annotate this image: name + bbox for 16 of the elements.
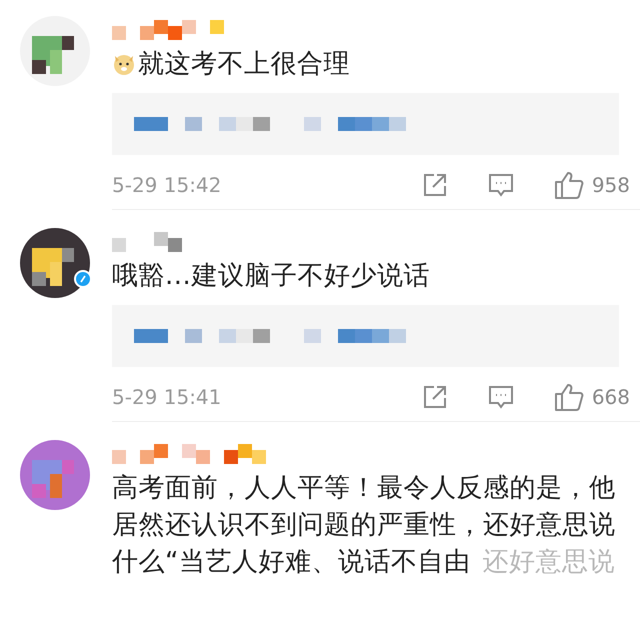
comment-time: 5-29 15:41	[112, 384, 222, 411]
thumbs-up-icon[interactable]	[554, 170, 584, 200]
comment-icon[interactable]	[488, 172, 514, 198]
thumbs-up-icon[interactable]	[554, 382, 584, 412]
like-count: 668	[592, 384, 630, 411]
share-icon[interactable]	[422, 172, 448, 198]
like-count: 958	[592, 172, 630, 199]
comment-text: 哦豁...建议脑子不好少说话	[112, 260, 431, 293]
faded-text: 还好意思说	[482, 547, 615, 577]
comment-text: 高考面前，人人平等！最令人反感的是，他居然还认识不到问题的严重性，还好意思说什么“当艺人好难、说话不自由 还好意思说	[112, 472, 616, 579]
reply-preview-box[interactable]	[112, 305, 619, 367]
share-icon[interactable]	[422, 384, 448, 410]
comment-text: 就这考不上很合理	[138, 48, 351, 81]
comment-icon[interactable]	[488, 384, 514, 410]
reply-preview-box[interactable]	[112, 93, 619, 155]
comment-time: 5-29 15:42	[112, 172, 222, 199]
